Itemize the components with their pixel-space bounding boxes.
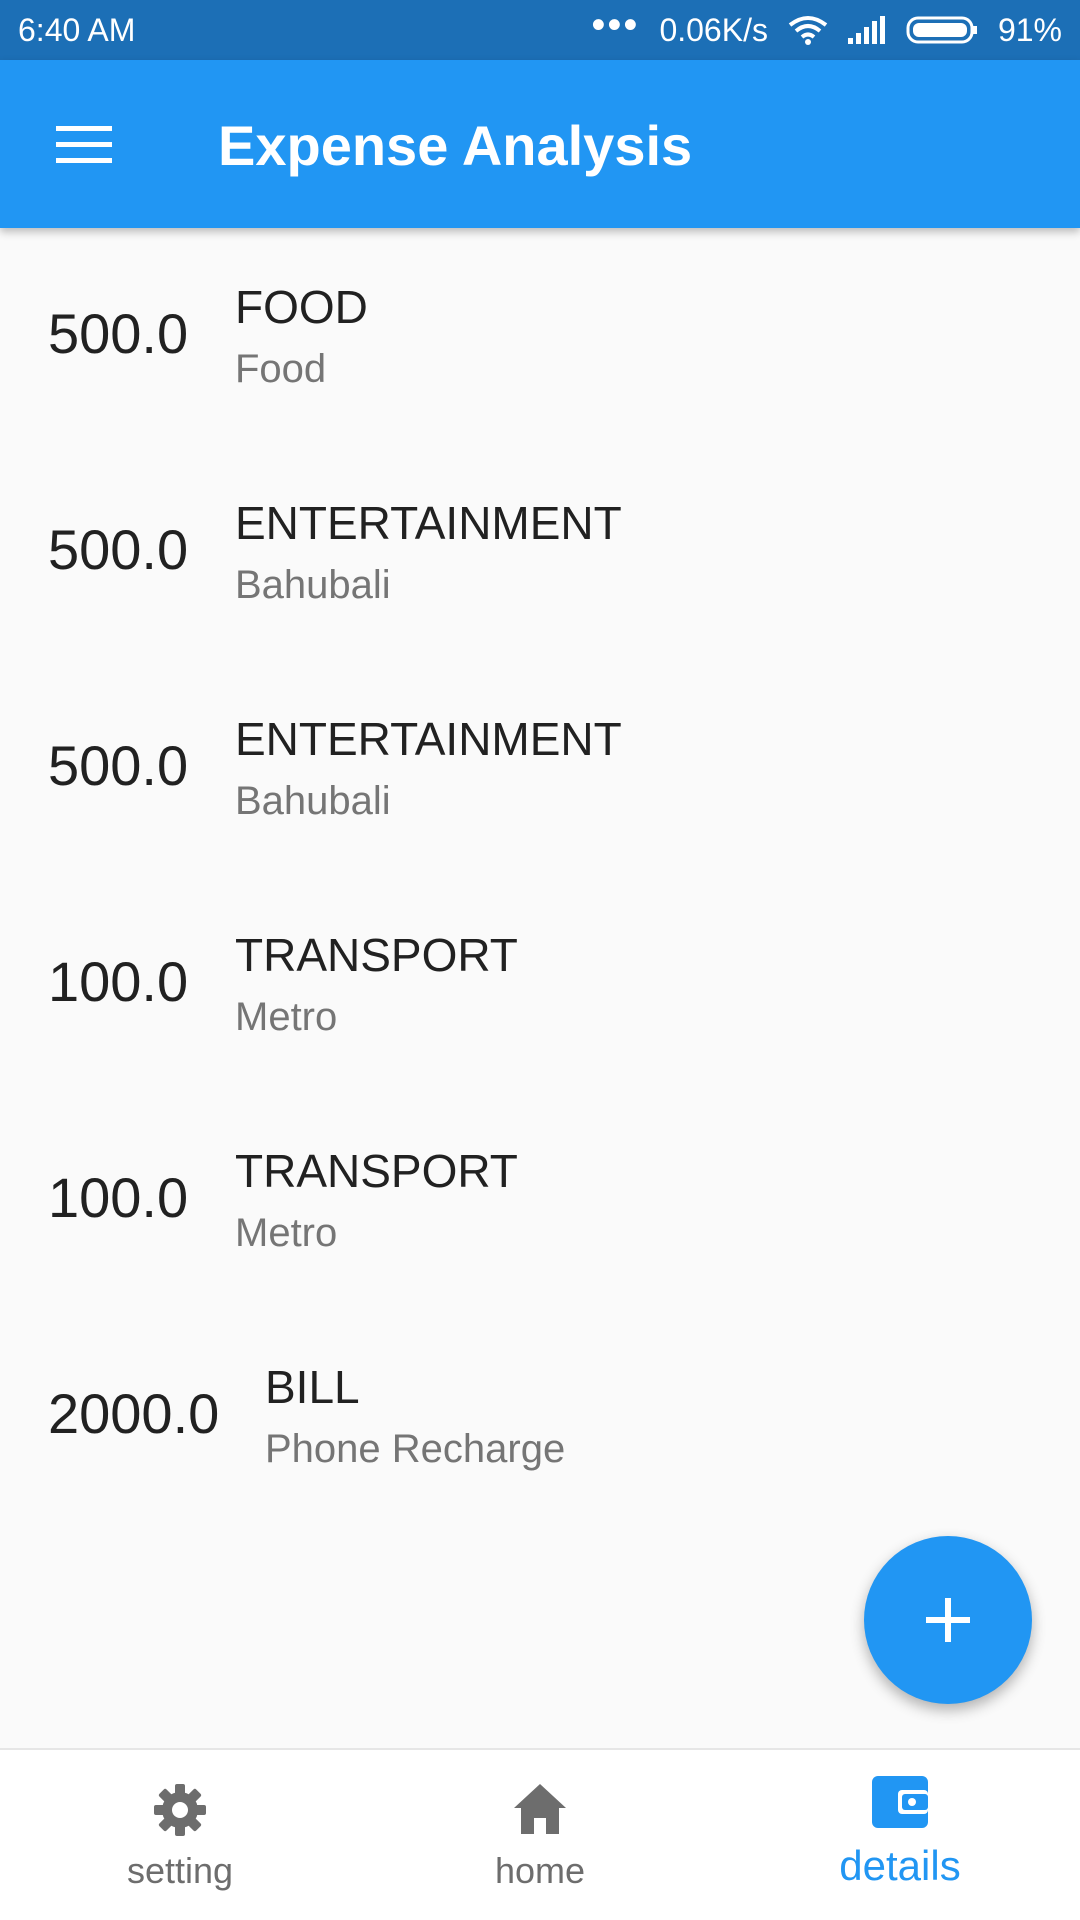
signal-icon <box>847 16 886 44</box>
status-time: 6:40 AM <box>18 11 136 48</box>
nav-label-home: home <box>494 1850 586 1891</box>
expense-category: TRANSPORT <box>235 1145 518 1197</box>
expense-text: ENTERTAINMENT Bahubali <box>235 712 622 828</box>
app-bar: Expense Analysis <box>0 60 1080 228</box>
nav-label-setting: setting <box>126 1850 234 1891</box>
nav-label-details: details <box>839 1842 961 1889</box>
expense-amount: 100.0 <box>48 1166 189 1229</box>
expense-list: 500.0 FOOD Food 500.0 ENTERTAINMENT Bahu… <box>0 228 1080 1524</box>
list-item[interactable]: 100.0 TRANSPORT Metro <box>0 1092 1080 1308</box>
menu-button[interactable] <box>44 110 124 178</box>
nav-item-details[interactable]: details <box>720 1750 1080 1920</box>
expense-note: Bahubali <box>235 779 391 823</box>
expense-amount: 2000.0 <box>48 1382 220 1445</box>
add-expense-button[interactable] <box>864 1536 1032 1704</box>
screen: 6:40 AM ••• 0.06K/s 91% Expense Analysis… <box>0 0 1080 1920</box>
bottom-navigation: setting home details <box>0 1748 1080 1920</box>
battery-icon <box>906 15 978 45</box>
nav-item-home[interactable]: home <box>360 1750 720 1920</box>
list-item[interactable]: 100.0 TRANSPORT Metro <box>0 876 1080 1092</box>
list-item[interactable]: 500.0 ENTERTAINMENT Bahubali <box>0 660 1080 876</box>
page-title: Expense Analysis <box>218 114 693 177</box>
status-bar: 6:40 AM ••• 0.06K/s 91% <box>0 0 1080 60</box>
hamburger-menu-icon <box>56 126 112 163</box>
more-notifications-icon: ••• <box>591 3 640 47</box>
expense-text: ENTERTAINMENT Bahubali <box>235 496 622 612</box>
list-item[interactable]: 500.0 ENTERTAINMENT Bahubali <box>0 444 1080 660</box>
expense-category: ENTERTAINMENT <box>235 497 622 549</box>
expense-text: BILL Phone Recharge <box>265 1360 565 1476</box>
expense-category: BILL <box>265 1361 360 1413</box>
plus-icon <box>926 1598 970 1642</box>
network-speed: 0.06K/s <box>659 11 768 48</box>
expense-note: Food <box>235 347 327 391</box>
wifi-icon <box>788 15 828 45</box>
expense-note: Metro <box>235 995 338 1039</box>
expense-amount: 500.0 <box>48 518 189 581</box>
expense-text: TRANSPORT Metro <box>235 928 518 1044</box>
expense-amount: 100.0 <box>48 950 189 1013</box>
wallet-icon <box>872 1776 928 1828</box>
list-item[interactable]: 2000.0 BILL Phone Recharge <box>0 1308 1080 1524</box>
expense-amount: 500.0 <box>48 302 189 365</box>
expense-note: Bahubali <box>235 563 391 607</box>
battery-percent: 91% <box>997 11 1062 48</box>
expense-note: Phone Recharge <box>265 1427 566 1471</box>
expense-text: FOOD Food <box>235 280 368 396</box>
expense-note: Metro <box>235 1211 338 1255</box>
status-indicators: ••• 0.06K/s 91% <box>591 5 1062 49</box>
list-item[interactable]: 500.0 FOOD Food <box>0 228 1080 444</box>
expense-text: TRANSPORT Metro <box>235 1144 518 1260</box>
expense-category: FOOD <box>235 281 368 333</box>
expense-category: TRANSPORT <box>235 929 518 981</box>
home-icon <box>514 1784 566 1834</box>
nav-item-setting[interactable]: setting <box>0 1750 360 1920</box>
gear-icon <box>154 1784 206 1836</box>
expense-category: ENTERTAINMENT <box>235 713 622 765</box>
expense-amount: 500.0 <box>48 734 189 797</box>
